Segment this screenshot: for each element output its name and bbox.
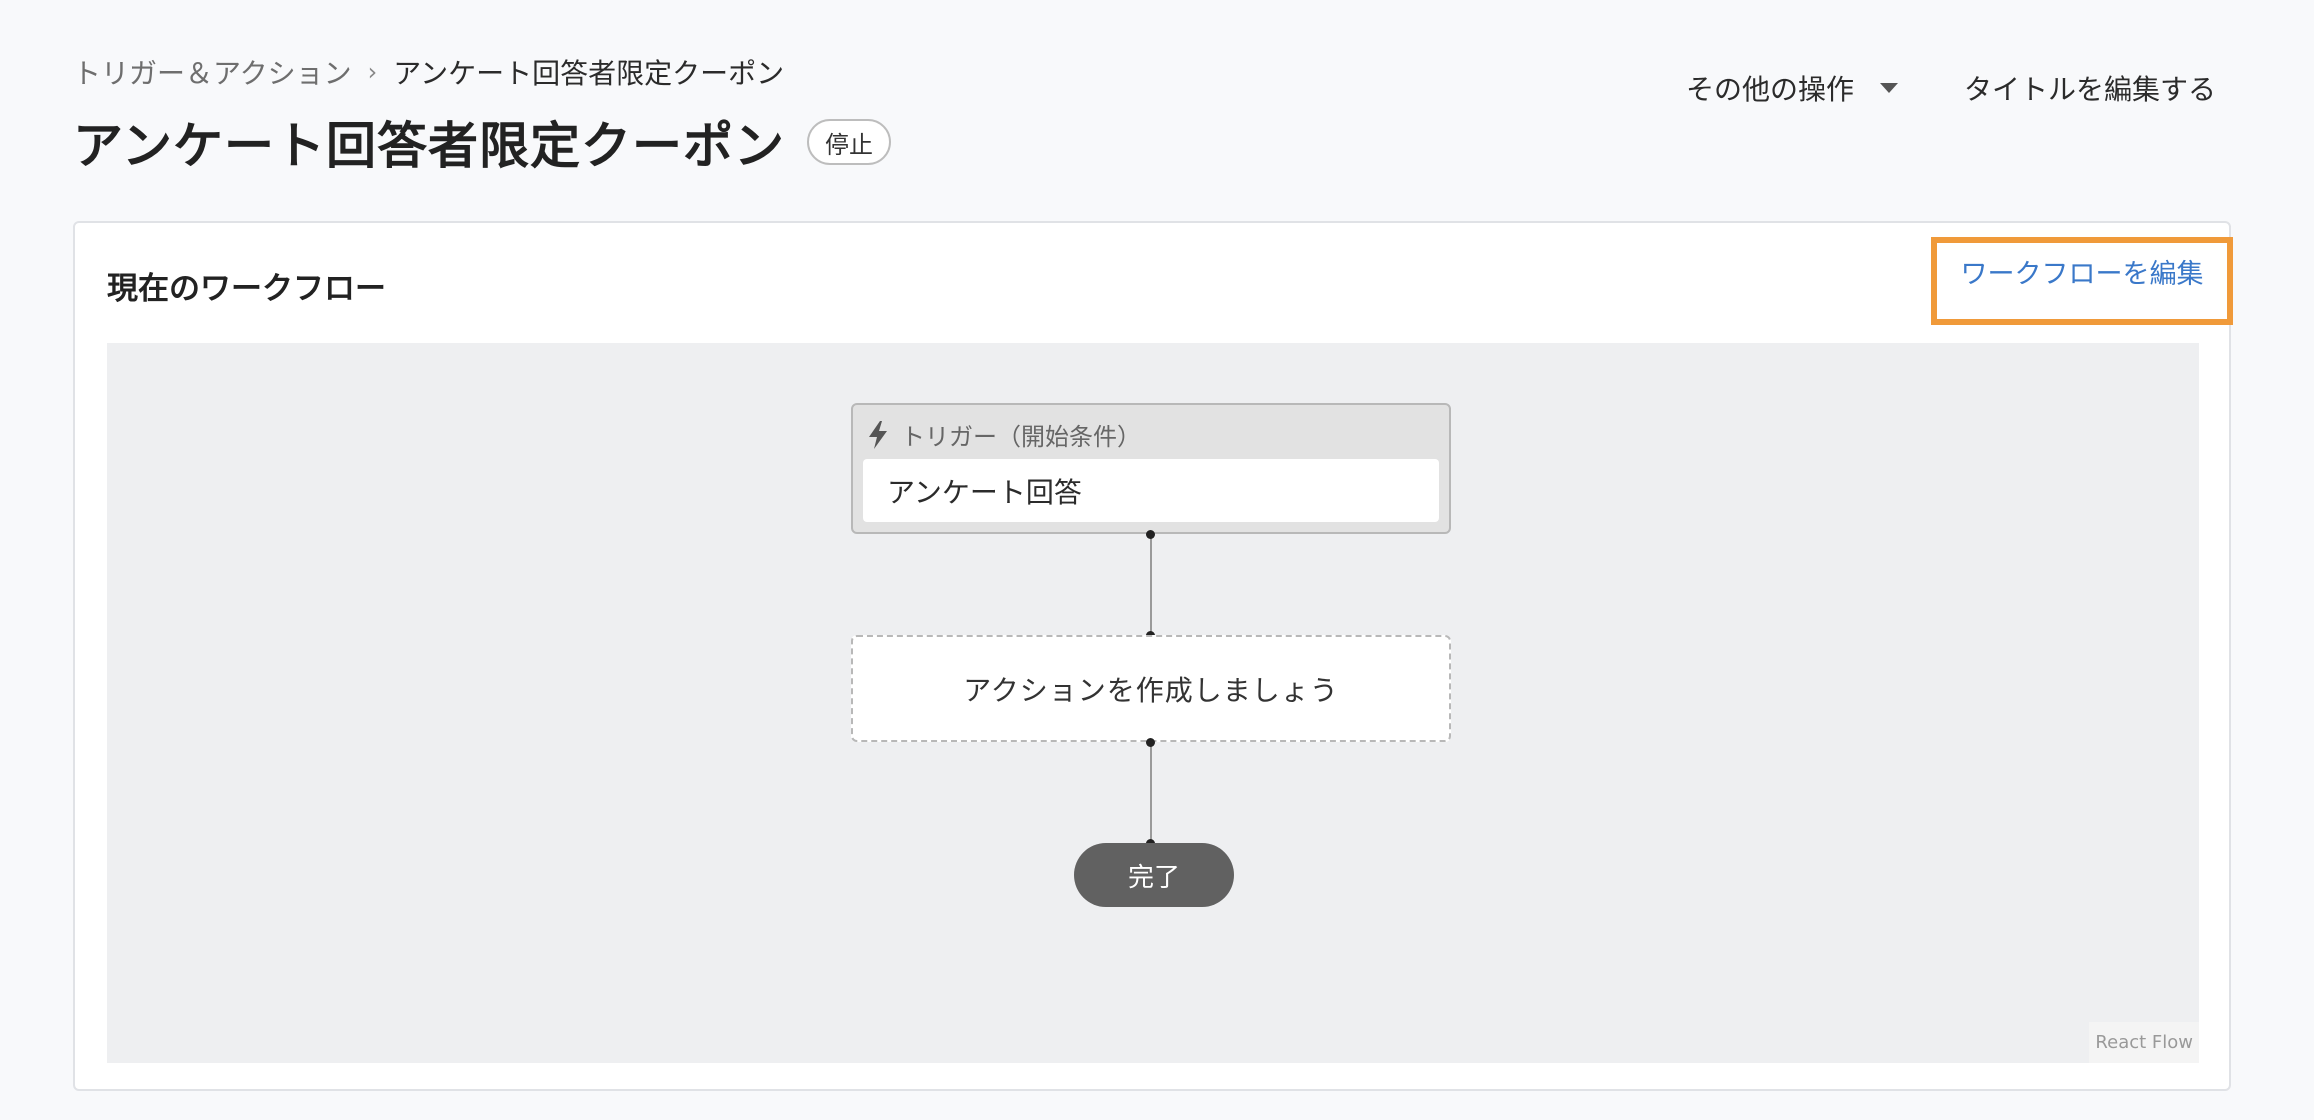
workflow-card: 現在のワークフロー ワークフローを編集 トリガー（開始条件） アンケート回答 ア…	[73, 221, 2233, 1091]
end-node[interactable]: 完了	[1074, 843, 1234, 907]
more-actions-dropdown[interactable]: その他の操作	[1686, 68, 1898, 108]
status-badge: 停止	[807, 119, 891, 165]
breadcrumb-parent-link[interactable]: トリガー＆アクション	[73, 52, 352, 92]
edge-action-to-end	[1150, 742, 1152, 843]
action-source-handle[interactable]	[1146, 738, 1155, 747]
caret-down-icon	[1879, 83, 1898, 93]
action-placeholder-node[interactable]: アクションを作成しましょう	[851, 635, 1451, 742]
trigger-node-header-label: トリガー（開始条件）	[901, 423, 1141, 451]
edit-workflow-highlight: ワークフローを編集	[1931, 237, 2233, 325]
breadcrumb: トリガー＆アクション › アンケート回答者限定クーポン	[73, 52, 784, 92]
page-title: アンケート回答者限定クーポン	[73, 117, 785, 175]
workflow-card-title: 現在のワークフロー	[107, 271, 386, 307]
trigger-node[interactable]: トリガー（開始条件） アンケート回答	[851, 403, 1451, 534]
lightning-bolt-icon	[869, 420, 887, 449]
more-actions-label: その他の操作	[1685, 73, 1854, 106]
breadcrumb-current: アンケート回答者限定クーポン	[393, 57, 785, 90]
trigger-source-handle[interactable]	[1146, 530, 1155, 539]
breadcrumb-separator: ›	[367, 58, 378, 86]
edit-workflow-link[interactable]: ワークフローを編集	[1961, 252, 2204, 291]
workflow-canvas[interactable]: トリガー（開始条件） アンケート回答 アクションを作成しましょう 完了 Reac…	[107, 343, 2199, 1063]
trigger-node-header: トリガー（開始条件）	[867, 417, 1141, 452]
trigger-node-value: アンケート回答	[863, 459, 1439, 522]
edit-title-button[interactable]: タイトルを編集する	[1964, 68, 2216, 108]
header-actions: その他の操作 タイトルを編集する	[1686, 68, 2216, 108]
title-row: アンケート回答者限定クーポン 停止	[73, 106, 891, 178]
edge-trigger-to-action	[1150, 534, 1152, 635]
react-flow-attribution[interactable]: React Flow	[2089, 1022, 2199, 1063]
